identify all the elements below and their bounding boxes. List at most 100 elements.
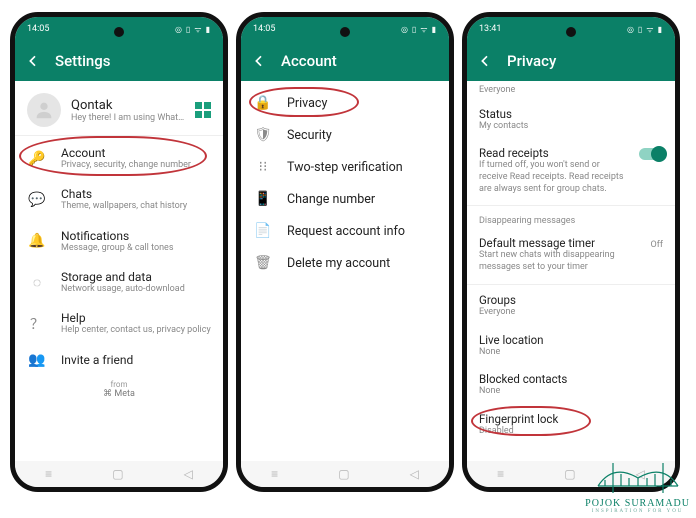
settings-item-account[interactable]: 🔑 Account Privacy, security, change numb… <box>15 138 223 179</box>
item-title: Blocked contacts <box>479 372 663 386</box>
back-icon[interactable] <box>477 53 493 69</box>
item-sub: If turned off, you won't send or receive… <box>479 160 629 195</box>
profile-status: Hey there! I am using WhatsA... <box>71 113 185 123</box>
from-meta: from ⌘ Meta <box>15 376 223 403</box>
status-time: 14:05 <box>253 24 275 34</box>
page-title: Settings <box>55 52 111 70</box>
account-item-change-number[interactable]: 📱 Change number <box>241 183 449 215</box>
watermark-title: POJOK SURAMADU <box>585 498 690 509</box>
home-icon[interactable]: ▢ <box>338 467 349 481</box>
item-title: Status <box>479 107 663 121</box>
item-title: Delete my account <box>287 256 437 271</box>
android-navbar: ≡ ▢ ◁ <box>241 461 449 487</box>
item-sub: Start new chats with disappearing messag… <box>479 250 629 273</box>
settings-content: Qontak Hey there! I am using WhatsA... 🔑… <box>15 81 223 461</box>
recent-icon[interactable]: ≡ <box>497 467 504 481</box>
item-title: Default message timer <box>479 236 663 250</box>
privacy-top-cut[interactable]: Everyone <box>467 81 675 101</box>
item-title: Groups <box>479 293 663 307</box>
item-title: Invite a friend <box>61 353 211 367</box>
item-title: Storage and data <box>61 270 211 284</box>
pin-icon: ⁝⁝ <box>253 159 273 175</box>
home-icon[interactable]: ▢ <box>112 467 123 481</box>
page-title: Privacy <box>507 52 556 70</box>
item-title: Change number <box>287 192 437 207</box>
back-nav-icon[interactable]: ◁ <box>410 467 419 481</box>
account-item-delete[interactable]: 🗑 Delete my account <box>241 247 449 279</box>
help-icon: ？ <box>27 314 47 334</box>
phone-icon: 📱 <box>253 191 273 207</box>
item-sub: Help center, contact us, privacy policy <box>61 325 211 336</box>
privacy-item-groups[interactable]: Groups Everyone <box>467 287 675 327</box>
status-icons: ◎ ▯ ᯤ ▮ <box>175 24 211 35</box>
privacy-item-live-location[interactable]: Live location None <box>467 327 675 367</box>
item-sub: Privacy, security, change number <box>61 160 211 171</box>
watermark-sub: INSPIRATION FOR YOU <box>585 509 690 514</box>
privacy-content: Everyone Status My contacts Read receipt… <box>467 81 675 461</box>
recent-icon[interactable]: ≡ <box>271 467 278 481</box>
status-time: 13:41 <box>479 24 501 34</box>
trash-icon: 🗑 <box>253 255 273 271</box>
item-sub: Theme, wallpapers, chat history <box>61 201 211 212</box>
back-nav-icon[interactable]: ◁ <box>184 467 193 481</box>
item-title: Read receipts <box>479 146 663 160</box>
recent-icon[interactable]: ≡ <box>45 467 52 481</box>
item-sub: None <box>479 386 663 398</box>
account-item-two-step[interactable]: ⁝⁝ Two-step verification <box>241 151 449 183</box>
item-sub: Message, group & call tones <box>61 243 211 254</box>
bell-icon: 🔔 <box>27 233 47 249</box>
people-icon: 👥 <box>27 352 47 368</box>
item-title: Two-step verification <box>287 160 437 175</box>
account-content: 🔒 Privacy 🛡 Security ⁝⁝ Two-step verific… <box>241 81 449 461</box>
bridge-icon <box>593 458 683 498</box>
item-sub: Network usage, auto-download <box>61 284 211 295</box>
item-title: Request account info <box>287 224 437 239</box>
item-title: Live location <box>479 333 663 347</box>
item-sub: My contacts <box>479 121 663 133</box>
settings-item-storage[interactable]: ◌ Storage and data Network usage, auto-d… <box>15 262 223 303</box>
item-sub: None <box>479 347 663 359</box>
back-icon[interactable] <box>251 53 267 69</box>
privacy-item-fingerprint[interactable]: Fingerprint lock Disabled <box>467 406 675 446</box>
phone-account: 14:05 ◎ ▯ ᯤ ▮ Account 🔒 Privacy 🛡 Securi… <box>236 12 454 492</box>
section-header: Disappearing messages <box>467 208 675 230</box>
qr-icon[interactable] <box>195 102 211 118</box>
status-time: 14:05 <box>27 24 49 34</box>
key-icon: 🔑 <box>27 151 47 167</box>
settings-item-help[interactable]: ？ Help Help center, contact us, privacy … <box>15 303 223 344</box>
home-icon[interactable]: ▢ <box>564 467 575 481</box>
meta-label: ⌘ Meta <box>15 389 223 399</box>
phone-settings: 14:05 ◎ ▯ ᯤ ▮ Settings Qontak Hey there!… <box>10 12 228 492</box>
app-bar: Account <box>241 41 449 81</box>
item-title: Chats <box>61 187 211 201</box>
profile-name: Qontak <box>71 98 185 113</box>
document-icon: 📄 <box>253 223 273 239</box>
item-title: Help <box>61 311 211 325</box>
status-icons: ◎ ▯ ᯤ ▮ <box>401 24 437 35</box>
settings-item-invite[interactable]: 👥 Invite a friend <box>15 344 223 376</box>
chat-icon: 💬 <box>27 192 47 208</box>
lock-icon: 🔒 <box>253 95 273 111</box>
value-off: Off <box>651 240 663 250</box>
settings-item-notifications[interactable]: 🔔 Notifications Message, group & call to… <box>15 221 223 262</box>
data-icon: ◌ <box>27 274 47 291</box>
shield-icon: 🛡 <box>253 127 273 143</box>
watermark: POJOK SURAMADU INSPIRATION FOR YOU <box>585 458 690 514</box>
privacy-item-status[interactable]: Status My contacts <box>467 101 675 141</box>
account-item-privacy[interactable]: 🔒 Privacy <box>241 81 449 119</box>
account-item-security[interactable]: 🛡 Security <box>241 119 449 151</box>
back-icon[interactable] <box>25 53 41 69</box>
settings-item-chats[interactable]: 💬 Chats Theme, wallpapers, chat history <box>15 179 223 220</box>
toggle-on[interactable] <box>639 148 665 160</box>
camera-notch <box>114 27 124 37</box>
camera-notch <box>566 27 576 37</box>
privacy-item-blocked[interactable]: Blocked contacts None <box>467 366 675 406</box>
privacy-item-default-timer[interactable]: Off Default message timer Start new chat… <box>467 230 675 281</box>
status-icons: ◎ ▯ ᯤ ▮ <box>627 24 663 35</box>
item-sub: Disabled <box>479 426 663 438</box>
phone-privacy: 13:41 ◎ ▯ ᯤ ▮ Privacy Everyone Status My… <box>462 12 680 492</box>
item-sub: Everyone <box>479 307 663 319</box>
privacy-item-read-receipts[interactable]: Read receipts If turned off, you won't s… <box>467 140 675 203</box>
profile-row[interactable]: Qontak Hey there! I am using WhatsA... <box>15 81 223 133</box>
account-item-request-info[interactable]: 📄 Request account info <box>241 215 449 247</box>
